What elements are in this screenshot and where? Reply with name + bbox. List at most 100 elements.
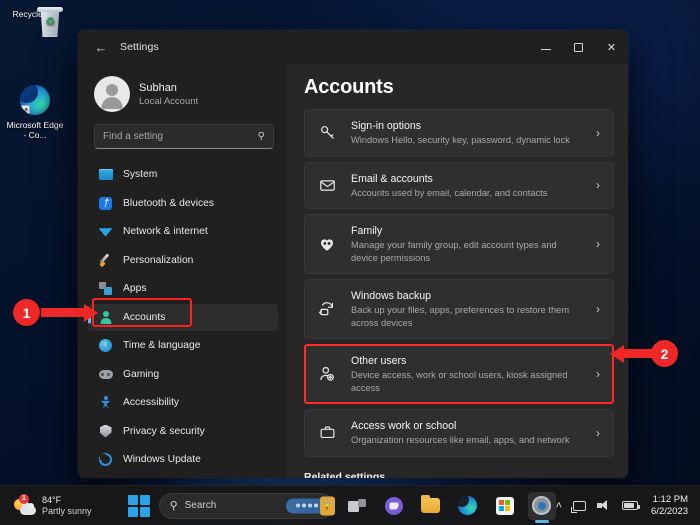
system-icon — [98, 167, 113, 182]
sidebar-item-accounts[interactable]: Accounts — [88, 303, 278, 331]
maximize-button[interactable] — [562, 30, 595, 64]
sidebar-item-label: Apps — [123, 283, 147, 294]
envelope-icon — [317, 177, 337, 194]
search-input[interactable] — [103, 131, 258, 142]
search-icon: ⚲ — [169, 500, 178, 512]
sidebar-item-label: Gaming — [123, 368, 160, 380]
taskbar-search-box[interactable]: ⚲ Search 🔒 — [158, 492, 335, 519]
sidebar-item-privacy-security[interactable]: Privacy & security — [88, 418, 278, 445]
sidebar-item-label: Accessibility — [123, 397, 180, 408]
sidebar-item-label: Accounts — [123, 311, 166, 323]
close-icon: ✕ — [606, 41, 617, 54]
accessibility-icon — [98, 395, 113, 410]
sidebar-nav: System ᛏ Bluetooth & devices Network & i… — [88, 161, 280, 478]
taskbar-center: ⚲ Search 🔒 — [127, 491, 556, 520]
sidebar-item-time-language[interactable]: Time & language — [88, 332, 278, 359]
taskbar-app-file-explorer[interactable] — [417, 492, 445, 520]
battery-icon[interactable] — [622, 501, 641, 510]
card-title: Sign-in options — [351, 120, 422, 132]
avatar — [94, 76, 130, 112]
card-title: Other users — [351, 355, 407, 367]
volume-icon[interactable] — [597, 500, 611, 511]
window-controls: ✕ — [529, 30, 628, 64]
sidebar-item-label: Time & language — [123, 340, 201, 351]
desktop-icon-microsoft-edge[interactable]: ↗ Microsoft Edge - Co... — [4, 85, 66, 140]
back-button[interactable]: ← — [86, 34, 116, 60]
taskbar-app-edge[interactable] — [454, 492, 482, 520]
sidebar-item-label: Personalization — [123, 254, 194, 266]
card-subtitle: Windows Hello, security key, password, d… — [351, 135, 570, 145]
network-icon[interactable] — [571, 500, 587, 513]
key-icon — [317, 124, 337, 141]
card-subtitle: Organization resources like email, apps,… — [351, 435, 570, 445]
clock-time: 1:12 PM — [652, 493, 688, 505]
settings-card-sign-in-options[interactable]: Sign-in options Windows Hello, security … — [304, 109, 614, 157]
sidebar-item-apps[interactable]: Apps — [88, 275, 278, 302]
card-title: Family — [351, 225, 383, 237]
chevron-up-icon[interactable]: ˄ — [556, 500, 562, 512]
taskbar: 1 84°F Partly sunny ⚲ Search 🔒 ˄ 1:12 PM… — [0, 485, 700, 525]
sidebar-item-system[interactable]: System — [88, 161, 278, 188]
taskbar-weather-widget[interactable]: 1 84°F Partly sunny — [0, 493, 120, 517]
back-arrow-icon: ← — [94, 39, 108, 55]
notification-count-badge: 1 — [19, 493, 29, 504]
briefcase-icon — [317, 424, 337, 441]
clock-date: 6/2/2023 — [651, 505, 688, 517]
microsoft-edge-icon: ↗ — [4, 85, 66, 117]
search-icon: ⚲ — [257, 131, 265, 142]
sidebar: Subhan Local Account ⚲ System ᛏ Bluetoot… — [78, 64, 286, 478]
settings-card-other-users[interactable]: Other users Device access, work or schoo… — [304, 344, 614, 404]
maximize-icon — [574, 42, 583, 52]
settings-card-family[interactable]: Family Manage your family group, edit ac… — [304, 214, 614, 274]
card-subtitle: Manage your family group, edit account t… — [351, 240, 557, 263]
sidebar-item-label: Privacy & security — [123, 425, 205, 437]
sidebar-item-windows-update[interactable]: Windows Update — [88, 446, 278, 473]
taskbar-app-store[interactable] — [491, 492, 519, 520]
partly-sunny-icon: 1 — [14, 493, 36, 516]
edge-icon — [458, 496, 478, 515]
bluetooth-icon: ᛏ — [98, 196, 113, 211]
windows-start-icon[interactable] — [127, 494, 150, 517]
settings-card-windows-backup[interactable]: Windows backup Back up your files, apps,… — [304, 279, 614, 339]
find-a-setting-box[interactable]: ⚲ — [94, 124, 274, 149]
chevron-right-icon: › — [596, 178, 600, 193]
desktop-icon-recycle-bin[interactable]: ♻ Recycle Bin — [4, 6, 66, 37]
profile-section[interactable]: Subhan Local Account — [88, 64, 280, 122]
sidebar-item-bluetooth-devices[interactable]: ᛏ Bluetooth & devices — [88, 190, 278, 217]
sidebar-item-label: Bluetooth & devices — [123, 197, 215, 209]
teams-icon — [384, 496, 403, 515]
paintbrush-icon — [98, 253, 113, 268]
window-titlebar: ← Settings ✕ — [78, 30, 628, 64]
card-subtitle: Device access, work or school users, kio… — [351, 370, 568, 393]
main-content: Accounts Sign-in options Windows Hello, … — [286, 64, 628, 478]
card-title: Email & accounts — [351, 172, 433, 185]
close-button[interactable]: ✕ — [595, 30, 628, 64]
sidebar-item-accessibility[interactable]: Accessibility — [88, 389, 278, 416]
window-title: Settings — [120, 41, 159, 53]
taskbar-search-placeholder: Search — [184, 500, 217, 511]
sidebar-item-personalization[interactable]: Personalization — [88, 247, 278, 274]
sidebar-item-gaming[interactable]: Gaming — [88, 361, 278, 388]
file-explorer-icon — [421, 495, 441, 513]
sidebar-item-network-internet[interactable]: Network & internet — [88, 218, 278, 245]
card-subtitle: Back up your files, apps, preferences to… — [351, 305, 570, 328]
profile-name: Subhan — [139, 81, 177, 94]
weather-temperature: 84°F — [42, 494, 62, 505]
taskbar-app-task-view[interactable] — [343, 492, 371, 520]
add-user-icon — [317, 365, 337, 383]
settings-card-email-accounts[interactable]: Email & accounts Accounts used by email,… — [304, 161, 614, 209]
chevron-right-icon: › — [596, 367, 600, 381]
family-heart-icon — [317, 235, 337, 253]
gamepad-icon — [98, 367, 113, 382]
window-body: Subhan Local Account ⚲ System ᛏ Bluetoot… — [78, 64, 628, 478]
clock-icon — [98, 338, 113, 353]
sidebar-item-label: Network & internet — [123, 226, 208, 237]
minimize-button[interactable] — [529, 30, 562, 64]
taskbar-app-settings[interactable] — [527, 491, 556, 520]
taskbar-app-teams[interactable] — [380, 492, 408, 520]
chevron-right-icon: › — [596, 125, 600, 140]
taskbar-clock[interactable]: 1:12 PM 6/2/2023 — [649, 494, 688, 518]
chevron-right-icon: › — [596, 425, 600, 440]
desktop-icon-label: Microsoft Edge - Co... — [6, 120, 64, 140]
settings-card-access-work-or-school[interactable]: Access work or school Organization resou… — [304, 409, 614, 457]
